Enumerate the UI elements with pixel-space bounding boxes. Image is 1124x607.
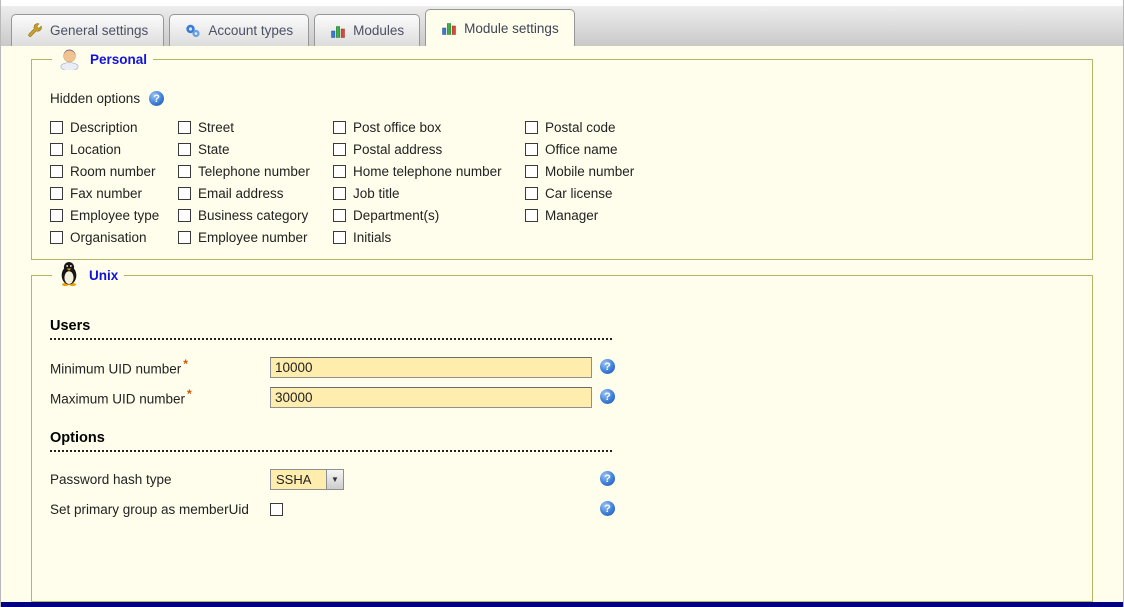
checkbox[interactable] xyxy=(525,187,538,200)
tab-label: Module settings xyxy=(464,21,559,36)
users-section-header: Users xyxy=(50,318,612,340)
max-uid-input[interactable] xyxy=(270,387,592,408)
checkbox[interactable] xyxy=(333,231,346,244)
hidden-option-fax-number[interactable]: Fax number xyxy=(50,186,178,201)
checkbox[interactable] xyxy=(525,165,538,178)
checkbox[interactable] xyxy=(50,209,63,222)
checkbox[interactable] xyxy=(178,143,191,156)
checkbox[interactable] xyxy=(333,209,346,222)
unix-module-fieldset: Unix Users Minimum UID number* ? Maximum… xyxy=(31,260,1093,602)
selected-option: SSHA xyxy=(271,470,326,489)
checkbox[interactable] xyxy=(178,209,191,222)
min-uid-input[interactable] xyxy=(270,357,592,378)
checkbox[interactable] xyxy=(333,121,346,134)
checkbox[interactable] xyxy=(50,231,63,244)
min-uid-row: Minimum UID number* ? xyxy=(50,356,664,378)
tab-label: Account types xyxy=(208,23,293,38)
personal-legend: Personal xyxy=(52,46,153,73)
checkbox[interactable] xyxy=(50,165,63,178)
help-icon[interactable]: ? xyxy=(600,389,615,404)
hidden-option-home-telephone-number[interactable]: Home telephone number xyxy=(333,164,525,179)
fieldset-title: Unix xyxy=(89,268,118,283)
min-uid-label: Minimum UID number* xyxy=(50,357,270,377)
hidden-option-job-title[interactable]: Job title xyxy=(333,186,525,201)
hidden-option-post-office-box[interactable]: Post office box xyxy=(333,120,525,135)
hidden-option-postal-address[interactable]: Postal address xyxy=(333,142,525,157)
personal-module-fieldset: Personal Hidden options ? Description St… xyxy=(31,46,1093,260)
hidden-options-label: Hidden options xyxy=(50,91,140,106)
options-section-header: Options xyxy=(50,430,612,452)
tab-account-types[interactable]: Account types xyxy=(169,14,309,46)
required-marker: * xyxy=(183,357,188,371)
wrench-icon xyxy=(27,23,43,39)
hidden-option-initials[interactable]: Initials xyxy=(333,230,525,245)
lam-configuration-page: General settings Account types Modules M… xyxy=(0,0,1124,607)
chevron-down-icon[interactable]: ▼ xyxy=(326,470,343,489)
person-icon xyxy=(58,46,81,73)
checkbox[interactable] xyxy=(50,187,63,200)
hidden-options-grid: Description Street Post office box Posta… xyxy=(50,120,1074,245)
hidden-option-manager[interactable]: Manager xyxy=(525,208,745,223)
hidden-option-postal-code[interactable]: Postal code xyxy=(525,120,745,135)
help-icon[interactable]: ? xyxy=(600,501,615,516)
hidden-option-mobile-number[interactable]: Mobile number xyxy=(525,164,745,179)
password-hash-label: Password hash type xyxy=(50,472,270,487)
tab-label: General settings xyxy=(50,23,148,38)
unix-legend: Unix xyxy=(52,260,124,290)
checkbox[interactable] xyxy=(178,121,191,134)
checkbox[interactable] xyxy=(525,143,538,156)
checkbox[interactable] xyxy=(178,231,191,244)
checkbox[interactable] xyxy=(50,143,63,156)
member-uid-checkbox[interactable] xyxy=(270,503,283,516)
member-uid-row: Set primary group as memberUid ? xyxy=(50,498,664,520)
hidden-option-telephone-number[interactable]: Telephone number xyxy=(178,164,333,179)
checkbox[interactable] xyxy=(50,121,63,134)
max-uid-label: Maximum UID number* xyxy=(50,387,270,407)
password-hash-select[interactable]: SSHA ▼ xyxy=(270,469,344,490)
modules-icon xyxy=(330,23,346,39)
hidden-option-departments[interactable]: Department(s) xyxy=(333,208,525,223)
hidden-option-business-category[interactable]: Business category xyxy=(178,208,333,223)
password-hash-row: Password hash type SSHA ▼ ? xyxy=(50,468,664,490)
hidden-option-room-number[interactable]: Room number xyxy=(50,164,178,179)
tab-label: Modules xyxy=(353,23,404,38)
tab-bar: General settings Account types Modules M… xyxy=(1,6,1123,46)
checkbox[interactable] xyxy=(333,165,346,178)
required-marker: * xyxy=(187,387,192,401)
help-icon[interactable]: ? xyxy=(149,91,164,106)
hidden-option-state[interactable]: State xyxy=(178,142,333,157)
page-bottom-border xyxy=(1,602,1123,607)
checkbox[interactable] xyxy=(525,121,538,134)
hidden-option-employee-type[interactable]: Employee type xyxy=(50,208,178,223)
tux-penguin-icon xyxy=(58,260,80,290)
max-uid-row: Maximum UID number* ? xyxy=(50,386,664,408)
hidden-option-location[interactable]: Location xyxy=(50,142,178,157)
checkbox[interactable] xyxy=(178,165,191,178)
tab-modules[interactable]: Modules xyxy=(314,14,420,46)
checkbox[interactable] xyxy=(333,143,346,156)
hidden-option-email-address[interactable]: Email address xyxy=(178,186,333,201)
fieldset-title: Personal xyxy=(90,52,147,67)
help-icon[interactable]: ? xyxy=(600,359,615,374)
hidden-option-office-name[interactable]: Office name xyxy=(525,142,745,157)
module-settings-content: Personal Hidden options ? Description St… xyxy=(1,46,1123,602)
checkbox[interactable] xyxy=(333,187,346,200)
member-uid-label: Set primary group as memberUid xyxy=(50,502,270,517)
hidden-option-organisation[interactable]: Organisation xyxy=(50,230,178,245)
module-settings-icon xyxy=(441,20,457,36)
hidden-option-description[interactable]: Description xyxy=(50,120,178,135)
tab-module-settings[interactable]: Module settings xyxy=(425,9,575,46)
tab-general-settings[interactable]: General settings xyxy=(11,14,164,46)
hidden-option-employee-number[interactable]: Employee number xyxy=(178,230,333,245)
gears-icon xyxy=(185,23,201,39)
hidden-options-row: Hidden options ? xyxy=(50,91,1074,106)
checkbox[interactable] xyxy=(525,209,538,222)
hidden-option-street[interactable]: Street xyxy=(178,120,333,135)
hidden-option-car-license[interactable]: Car license xyxy=(525,186,745,201)
checkbox[interactable] xyxy=(178,187,191,200)
help-icon[interactable]: ? xyxy=(600,471,615,486)
